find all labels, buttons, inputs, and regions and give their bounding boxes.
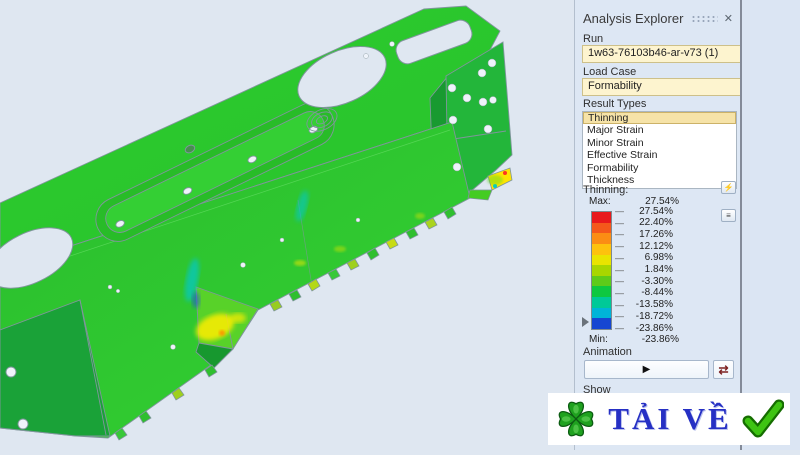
play-button[interactable]: ▶	[584, 360, 709, 379]
clover-icon	[554, 396, 598, 442]
dock-area	[742, 0, 800, 450]
legend-tick: —12.12%	[615, 241, 673, 251]
legend-tick: —-3.30%	[615, 276, 673, 286]
legend-colorbar	[591, 211, 612, 330]
legend-tick: —-23.86%	[615, 323, 673, 333]
badge-text: TẢI VỀ	[608, 401, 731, 437]
colorbar-segment	[592, 318, 611, 329]
loop-button[interactable]: ⇄	[713, 360, 734, 379]
legend-options-icon[interactable]: ≡	[721, 209, 736, 222]
run-field[interactable]: 1w63-76103b46-ar-v73 (1)	[582, 45, 742, 63]
legend-tick: —1.84%	[615, 265, 673, 275]
close-icon[interactable]: ✕	[724, 12, 733, 25]
colorbar-segment	[592, 233, 611, 244]
loop-icon: ⇄	[718, 363, 728, 377]
result-type-item[interactable]: Effective Strain	[583, 149, 736, 161]
panel-title: Analysis Explorer	[583, 11, 683, 26]
colorbar-segment	[592, 276, 611, 287]
animation-label: Animation	[583, 346, 632, 358]
analysis-explorer-panel: Analysis Explorer ✕ Run 1w63-76103b46-ar…	[574, 0, 741, 450]
result-type-item[interactable]: Minor Strain	[583, 137, 736, 149]
check-icon	[742, 399, 784, 439]
model-3d-part	[0, 0, 574, 450]
drag-grip-icon[interactable]	[691, 15, 717, 22]
colorbar-segment	[592, 308, 611, 319]
run-label: Run	[583, 33, 603, 45]
min-label: Min:	[589, 334, 619, 345]
legend-scale: —27.54% —22.40%—17.26% —12.12% —6.98% —1.84%…	[575, 209, 741, 333]
legend-tick: —-18.72%	[615, 311, 673, 321]
min-value: -23.86%	[619, 334, 679, 345]
legend-title: Thinning:	[583, 184, 628, 196]
load-case-label: Load Case	[583, 66, 636, 78]
colorbar-segment	[592, 265, 611, 276]
legend-tick: —-8.44%	[615, 288, 673, 298]
3d-viewport[interactable]	[0, 0, 574, 450]
legend-tick: —22.40%	[615, 218, 673, 228]
download-badge[interactable]: TẢI VỀ	[548, 393, 790, 445]
colorbar-segment	[592, 244, 611, 255]
colorbar-segment	[592, 286, 611, 297]
result-type-item[interactable]: Thinning	[583, 112, 736, 124]
panel-titlebar[interactable]: Analysis Explorer ✕	[583, 10, 733, 26]
legend-tick: —6.98%	[615, 253, 673, 263]
load-case-field[interactable]: Formability	[582, 78, 742, 96]
colorbar-segment	[592, 297, 611, 308]
legend-tick: —17.26%	[615, 229, 673, 239]
legend-min-row: Min: -23.86%	[589, 334, 709, 345]
colorbar-segment	[592, 255, 611, 266]
colorbar-segment	[592, 212, 611, 223]
min-pointer-icon[interactable]	[582, 317, 589, 327]
result-type-item[interactable]: Major Strain	[583, 124, 736, 136]
legend-tick: —-13.58%	[615, 300, 673, 310]
result-types-list[interactable]: ThinningMajor StrainMinor StrainEffectiv…	[582, 111, 737, 189]
play-icon: ▶	[643, 364, 651, 375]
result-types-label: Result Types	[583, 98, 646, 110]
flash-icon[interactable]: ⚡	[721, 181, 736, 194]
result-type-item[interactable]: Formability	[583, 162, 736, 174]
legend-tick: —27.54%	[615, 206, 673, 216]
colorbar-segment	[592, 223, 611, 234]
